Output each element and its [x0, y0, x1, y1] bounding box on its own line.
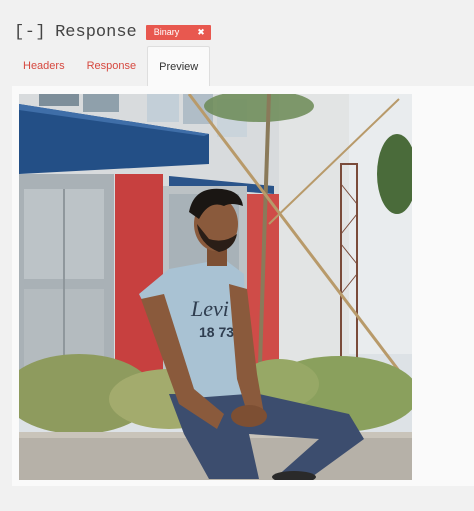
badge-label: Binary	[153, 27, 180, 37]
tab-headers[interactable]: Headers	[12, 46, 76, 86]
preview-panel: Levi's 18 73	[12, 86, 474, 486]
tab-preview[interactable]: Preview	[147, 46, 211, 86]
tab-response[interactable]: Response	[76, 46, 148, 86]
close-icon[interactable]: ✖	[197, 27, 205, 38]
section-title: Response	[55, 22, 137, 42]
content-type-badge: Binary ✖	[145, 24, 211, 40]
preview-image: Levi's 18 73	[19, 94, 412, 480]
response-tabs: Headers Response Preview	[12, 46, 474, 86]
collapse-toggle[interactable]: [-]	[14, 23, 46, 42]
response-header: [-] Response Binary ✖	[14, 20, 211, 44]
svg-text:18 73: 18 73	[199, 324, 234, 340]
